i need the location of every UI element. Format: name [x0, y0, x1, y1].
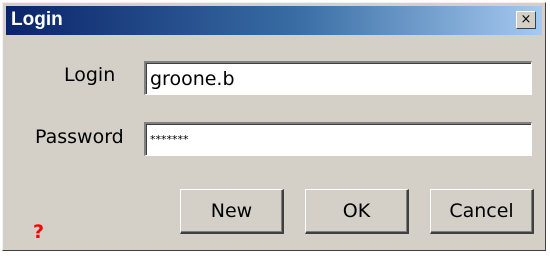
title-bar[interactable]: Login × [6, 6, 542, 35]
login-label: Login [64, 64, 116, 86]
login-dialog: Login × Login Password New OK Cancel ? [2, 2, 546, 251]
new-button[interactable]: New [180, 189, 284, 234]
close-button[interactable]: × [516, 11, 536, 29]
ok-button[interactable]: OK [305, 189, 409, 234]
window-title: Login [11, 9, 63, 30]
help-icon[interactable]: ? [33, 222, 44, 242]
close-icon: × [520, 12, 532, 27]
password-label: Password [35, 126, 124, 148]
password-input[interactable] [144, 122, 532, 156]
cancel-button[interactable]: Cancel [430, 189, 534, 234]
login-input[interactable] [144, 61, 532, 95]
